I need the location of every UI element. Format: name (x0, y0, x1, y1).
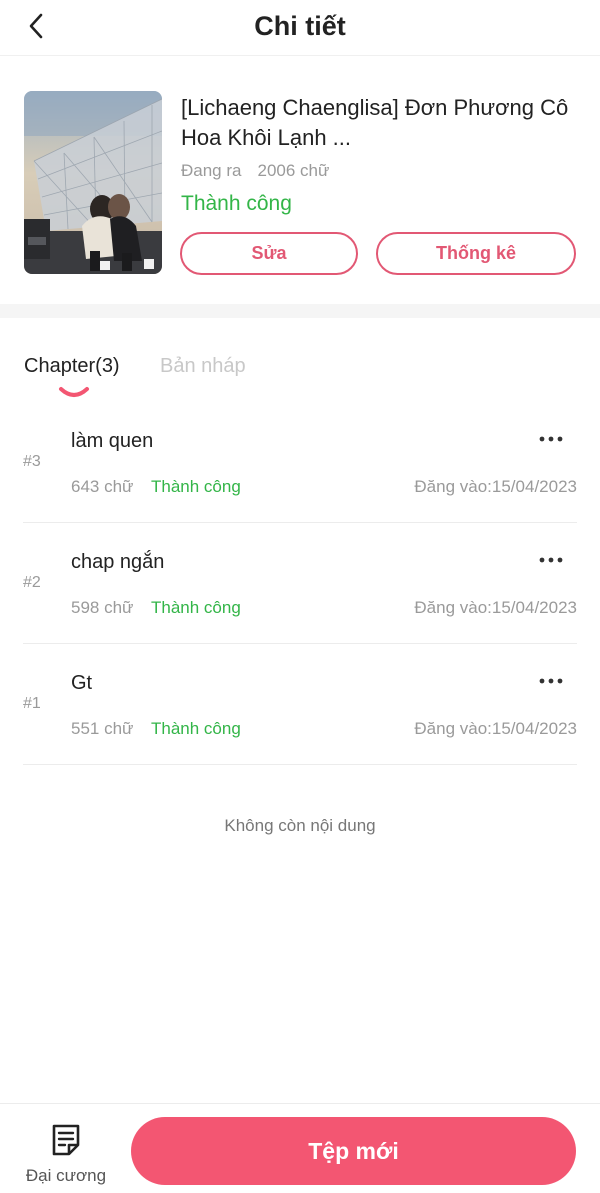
more-options-button[interactable] (531, 666, 571, 696)
chapter-number: #1 (23, 695, 41, 712)
chapter-number: #3 (23, 453, 41, 470)
cover-photo (24, 91, 162, 274)
chapter-publish-date: Đăng vào:15/04/2023 (414, 719, 577, 738)
chapter-title: làm quen (71, 430, 154, 452)
new-chapter-button[interactable]: Tệp mới (131, 1117, 576, 1185)
chapter-publish-date: Đăng vào:15/04/2023 (414, 598, 577, 617)
chapter-title: chap ngắn (71, 551, 165, 573)
bottom-action-bar: Đại cương Tệp mới (0, 1103, 600, 1193)
review-status: Thành công (181, 192, 292, 215)
more-horizontal-icon (539, 678, 563, 684)
more-options-button[interactable] (531, 424, 571, 454)
chapter-row[interactable]: #2 chap ngắn 598 chữ Thành công Đăng vào… (23, 523, 577, 644)
book-word-count: 2006 chữ (257, 161, 330, 180)
book-info-card: [Lichaeng Chaenglisa] Đơn Phương Cô Hoa … (0, 56, 600, 304)
chapter-word-count: 643 chữ (71, 477, 134, 496)
section-divider (0, 304, 600, 318)
chapter-status: Thành công (151, 719, 241, 738)
chapter-word-count: 598 chữ (71, 598, 134, 617)
page-title: Chi tiết (254, 11, 346, 41)
chapter-status: Thành công (151, 598, 241, 617)
more-options-button[interactable] (531, 545, 571, 575)
chapter-title: Gt (71, 672, 93, 694)
more-horizontal-icon (539, 557, 563, 563)
chapter-status: Thành công (151, 477, 241, 496)
document-lines-icon (52, 1124, 80, 1156)
chapter-list: #3 làm quen 643 chữ Thành công Đăng vào:… (0, 402, 600, 765)
outline-button[interactable]: Đại cương (14, 1120, 118, 1190)
tab-chapters[interactable]: Chapter(3) (24, 355, 120, 378)
outline-label: Đại cương (25, 1166, 107, 1185)
chapter-publish-date: Đăng vào:15/04/2023 (414, 477, 577, 496)
chapter-word-count: 551 chữ (71, 719, 134, 738)
book-cover-image[interactable] (24, 91, 162, 274)
edit-button[interactable]: Sửa (180, 232, 358, 275)
book-meta: Đang ra 2006 chữ (181, 161, 329, 181)
end-of-list-text: Không còn nội dung (224, 816, 376, 835)
chapter-row[interactable]: #3 làm quen 643 chữ Thành công Đăng vào:… (23, 402, 577, 523)
active-tab-indicator (59, 387, 89, 397)
chapter-row[interactable]: #1 Gt 551 chữ Thành công Đăng vào:15/04/… (23, 644, 577, 765)
more-horizontal-icon (539, 436, 563, 442)
top-app-bar: Chi tiết (0, 0, 600, 56)
publication-status: Đang ra (181, 161, 242, 180)
chapter-number: #2 (23, 574, 41, 591)
statistics-button[interactable]: Thống kê (376, 232, 576, 275)
tab-drafts[interactable]: Bản nháp (160, 355, 246, 378)
book-title: [Lichaeng Chaenglisa] Đơn Phương Cô Hoa … (181, 95, 569, 150)
